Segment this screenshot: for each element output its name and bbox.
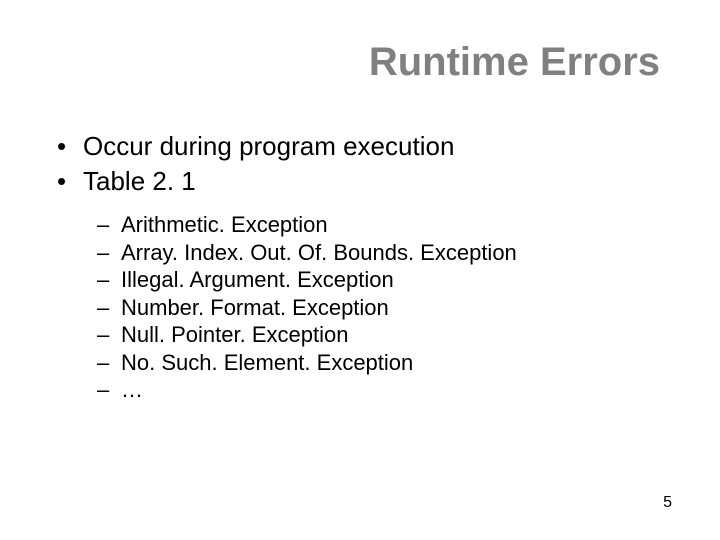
sub-bullet-list: Arithmetic. Exception Array. Index. Out.… — [55, 211, 660, 404]
bullet-level2: Null. Pointer. Exception — [97, 321, 660, 349]
bullet-level2: No. Such. Element. Exception — [97, 349, 660, 377]
bullet-level2: Number. Format. Exception — [97, 294, 660, 322]
bullet-level2: Illegal. Argument. Exception — [97, 266, 660, 294]
page-number: 5 — [663, 494, 672, 512]
bullet-level2: Array. Index. Out. Of. Bounds. Exception — [97, 239, 660, 267]
slide-body: Occur during program execution Table 2. … — [55, 130, 660, 404]
slide: Runtime Errors Occur during program exec… — [0, 0, 720, 540]
slide-title: Runtime Errors — [369, 40, 660, 85]
bullet-level1: Table 2. 1 — [55, 165, 660, 198]
bullet-level1: Occur during program execution — [55, 130, 660, 163]
bullet-level2: Arithmetic. Exception — [97, 211, 660, 239]
bullet-level2: … — [97, 376, 660, 404]
